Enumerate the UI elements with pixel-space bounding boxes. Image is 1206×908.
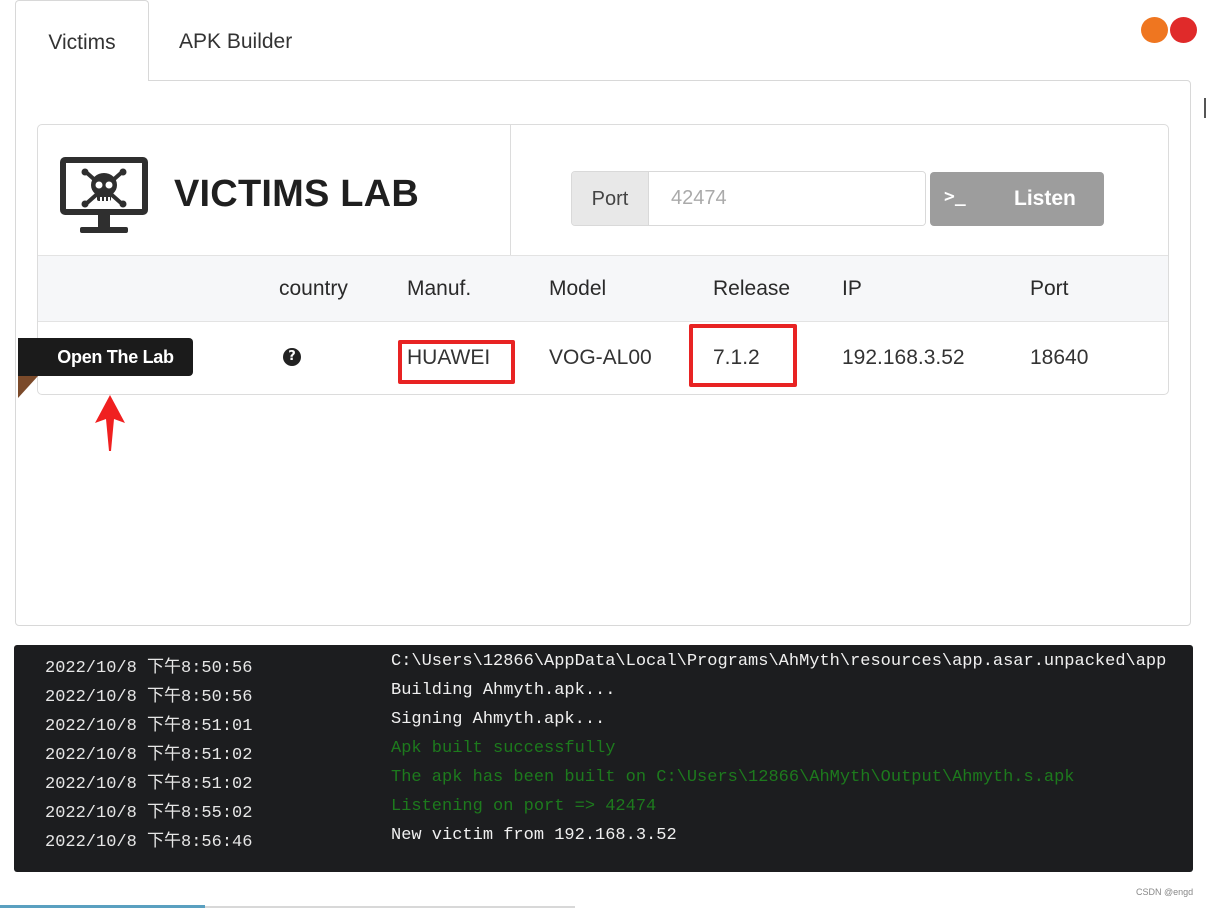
column-header-port: Port [1030, 277, 1069, 300]
page-title: VICTIMS LAB [174, 173, 419, 215]
listen-button-label: Listen [1014, 187, 1076, 210]
window-controls [1141, 17, 1199, 43]
port-label: Port [572, 172, 649, 225]
log-message: New victim from 192.168.3.52 [391, 826, 677, 845]
log-entry: 2022/10/8 下午8:51:01 Signing Ahmyth.apk..… [14, 710, 1193, 739]
log-entry: 2022/10/8 下午8:55:02 Listening on port =>… [14, 797, 1193, 826]
log-message: Signing Ahmyth.apk... [391, 710, 606, 729]
log-timestamp: 2022/10/8 下午8:50:56 [45, 688, 253, 707]
port-input[interactable] [650, 172, 925, 225]
highlight-box-manufacturer [398, 340, 515, 384]
log-entry: 2022/10/8 下午8:51:02 Apk built successful… [14, 739, 1193, 768]
column-header-manufacturer: Manuf. [407, 277, 472, 300]
table-row[interactable]: ? HUAWEI VOG-AL00 7.1.2 192.168.3.52 186… [38, 322, 1168, 395]
column-header-release: Release [713, 277, 791, 300]
log-message: The apk has been built on C:\Users\12866… [391, 768, 1075, 787]
cell-model: VOG-AL00 [549, 346, 652, 369]
column-header-model: Model [549, 277, 607, 300]
log-timestamp: 2022/10/8 下午8:56:46 [45, 833, 253, 852]
card-header: VICTIMS LAB Port >_ Listen [38, 125, 1168, 256]
listen-button[interactable]: >_ Listen [930, 172, 1104, 226]
tab-apk-builder[interactable]: APK Builder [179, 0, 339, 81]
close-button[interactable] [1170, 17, 1197, 43]
column-header-country: country [279, 277, 348, 300]
lab-branding: VICTIMS LAB [38, 125, 511, 256]
table-header: country Manuf. Model Release IP Port [38, 255, 1168, 322]
question-circle-icon: ? [283, 348, 301, 366]
tab-victims[interactable]: Victims [15, 0, 149, 81]
cell-port: 18640 [1030, 346, 1089, 369]
watermark: CSDN @engd [1136, 887, 1194, 897]
log-entry: 2022/10/8 下午8:50:56 C:\Users\12866\AppDa… [14, 652, 1193, 681]
highlight-box-release [689, 324, 797, 387]
monitor-skull-icon [60, 157, 148, 233]
log-message: Listening on port => 42474 [391, 797, 657, 816]
column-header-ip: IP [842, 277, 862, 300]
app-window: Victims APK Builder VICTIMS LAB Port 424… [0, 0, 1206, 908]
log-entry: 2022/10/8 下午8:56:46 New victim from 192.… [14, 826, 1193, 855]
arrow-up-icon [95, 395, 125, 451]
log-message: Building Ahmyth.apk... [391, 681, 616, 700]
log-message: C:\Users\12866\AppData\Local\Programs\Ah… [391, 652, 1167, 671]
minimize-button[interactable] [1141, 17, 1168, 43]
cell-ip: 192.168.3.52 [842, 346, 965, 369]
victims-card: VICTIMS LAB Port >_ Listen country Manuf… [37, 124, 1169, 395]
terminal-icon: >_ [944, 186, 966, 207]
log-timestamp: 2022/10/8 下午8:51:02 [45, 746, 253, 765]
log-entry: 2022/10/8 下午8:50:56 Building Ahmyth.apk.… [14, 681, 1193, 710]
log-timestamp: 2022/10/8 下午8:55:02 [45, 804, 253, 823]
log-entry: 2022/10/8 下午8:51:02 The apk has been bui… [14, 768, 1193, 797]
log-console: 2022/10/8 下午8:50:56 C:\Users\12866\AppDa… [14, 645, 1193, 872]
log-message: Apk built successfully [391, 739, 616, 758]
log-timestamp: 2022/10/8 下午8:51:01 [45, 717, 253, 736]
log-timestamp: 2022/10/8 下午8:50:56 [45, 659, 253, 678]
log-timestamp: 2022/10/8 下午8:51:02 [45, 775, 253, 794]
open-lab-button[interactable]: Open The Lab [18, 338, 193, 376]
port-input-group: Port [571, 171, 926, 226]
ribbon-fold [18, 376, 38, 398]
